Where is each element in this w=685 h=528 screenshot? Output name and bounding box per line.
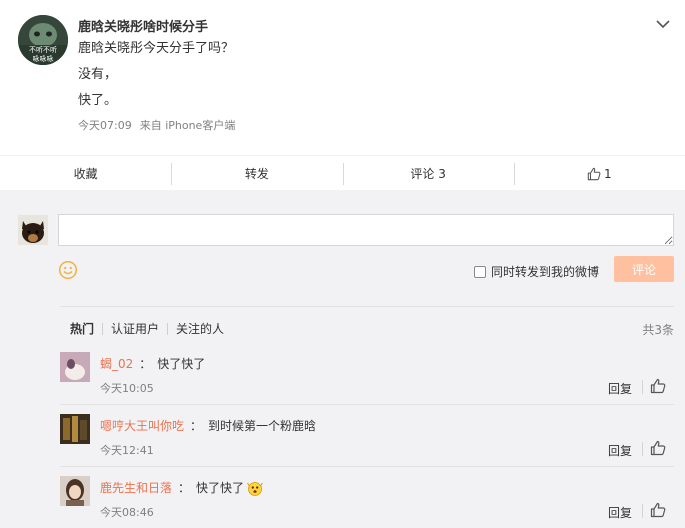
comment-time: 今天10:05 <box>100 382 154 395</box>
emoji-icon[interactable] <box>58 260 78 280</box>
reply-button[interactable]: 回复 <box>608 442 632 459</box>
reply-button[interactable]: 回复 <box>608 380 632 397</box>
comment-item: 嗯哼大王叫你吃：到时候第一个粉鹿晗 今天12:41 回复 <box>60 405 674 467</box>
comment-content: 蝎_02：快了快了 <box>100 355 206 372</box>
commenter-avatar[interactable] <box>60 476 90 506</box>
comment-item: 蝎_02：快了快了 今天10:05 回复 <box>60 343 674 405</box>
submit-comment-button[interactable]: 评论 <box>614 256 674 282</box>
comment-section: 同时转发到我的微博 评论 热门 认证用户 关注的人 共3条 蝎_02：快了快了 … <box>0 190 685 528</box>
forward-button[interactable]: 转发 <box>171 156 342 191</box>
commenter-name[interactable]: 嗯哼大王叫你吃 <box>100 417 184 434</box>
surprised-face-emoji-icon <box>246 480 264 496</box>
comment-text: 快了快了 <box>196 481 245 495</box>
comment-button[interactable]: 评论 3 <box>342 156 514 191</box>
post-text-line: 快了。 <box>78 93 118 108</box>
post-time[interactable]: 今天07:09 <box>78 119 132 132</box>
post-author-name[interactable]: 鹿晗关晓彤啥时候分手 <box>78 16 208 35</box>
favorite-button[interactable]: 收藏 <box>0 156 171 191</box>
forward-option-label: 同时转发到我的微博 <box>491 265 600 279</box>
comment-content: 鹿先生和日落：快了快了 <box>100 479 264 496</box>
post-text-line: 鹿晗关晓彤今天分手了吗？ <box>78 41 235 56</box>
weibo-post: 不听不听 咏咏咏 鹿晗关晓彤啥时候分手 鹿晗关晓彤今天分手了吗？ 没有， 快了。… <box>0 0 685 155</box>
comment-text: 快了快了 <box>157 357 206 371</box>
comment-total-count: 共3条 <box>642 323 674 337</box>
commenter-name[interactable]: 蝎_02 <box>100 355 133 372</box>
comment-time: 今天08:46 <box>100 506 154 519</box>
thumbs-up-icon[interactable] <box>650 440 666 456</box>
divider <box>60 306 674 307</box>
comment-list: 蝎_02：快了快了 今天10:05 回复 嗯哼大王叫你吃：到时候第一个粉鹿晗 今… <box>60 343 674 528</box>
author-avatar[interactable]: 不听不听 咏咏咏 <box>18 15 68 65</box>
divider <box>167 322 169 335</box>
like-button[interactable]: 1 <box>513 156 685 191</box>
forward-checkbox[interactable] <box>474 265 486 278</box>
thumbs-up-icon[interactable] <box>650 378 666 394</box>
favorite-label: 收藏 <box>73 167 98 181</box>
post-text-line: 没有， <box>78 67 118 82</box>
comment-input[interactable] <box>58 214 674 246</box>
reply-button[interactable]: 回复 <box>608 504 632 521</box>
thumbs-up-icon[interactable] <box>650 502 666 518</box>
tab-hot[interactable]: 热门 <box>70 320 94 337</box>
divider <box>102 322 104 335</box>
thumbs-up-icon <box>587 167 601 180</box>
divider <box>642 504 643 518</box>
comment-label: 评论 3 <box>410 167 446 181</box>
comment-time: 今天12:41 <box>100 444 154 457</box>
commenter-avatar[interactable] <box>60 352 90 382</box>
avatar-caption-1: 不听不听 <box>29 45 57 54</box>
forward-to-weibo-option[interactable]: 同时转发到我的微博 <box>474 263 599 280</box>
divider <box>642 380 643 394</box>
avatar-caption-2: 咏咏咏 <box>33 54 54 63</box>
chevron-down-icon[interactable] <box>655 16 671 32</box>
tab-verified-users[interactable]: 认证用户 <box>111 320 159 337</box>
tab-following[interactable]: 关注的人 <box>176 320 224 337</box>
commenter-avatar[interactable] <box>60 414 90 444</box>
forward-label: 转发 <box>244 167 269 181</box>
post-meta: 今天07:09 来自 iPhone客户端 <box>78 117 235 133</box>
post-action-bar: 收藏 转发 评论 3 1 <box>0 155 685 190</box>
comment-content: 嗯哼大王叫你吃：到时候第一个粉鹿晗 <box>100 417 317 434</box>
post-source: 来自 iPhone客户端 <box>139 119 236 132</box>
comment-text: 到时候第一个粉鹿晗 <box>208 419 317 433</box>
comment-item: 鹿先生和日落：快了快了 今天08:46 回复 <box>60 467 674 528</box>
my-avatar <box>18 215 48 245</box>
divider <box>642 442 643 456</box>
like-count: 1 <box>604 166 612 181</box>
comment-filter-tabs: 热门 认证用户 关注的人 <box>70 320 224 337</box>
commenter-name[interactable]: 鹿先生和日落 <box>100 479 172 496</box>
